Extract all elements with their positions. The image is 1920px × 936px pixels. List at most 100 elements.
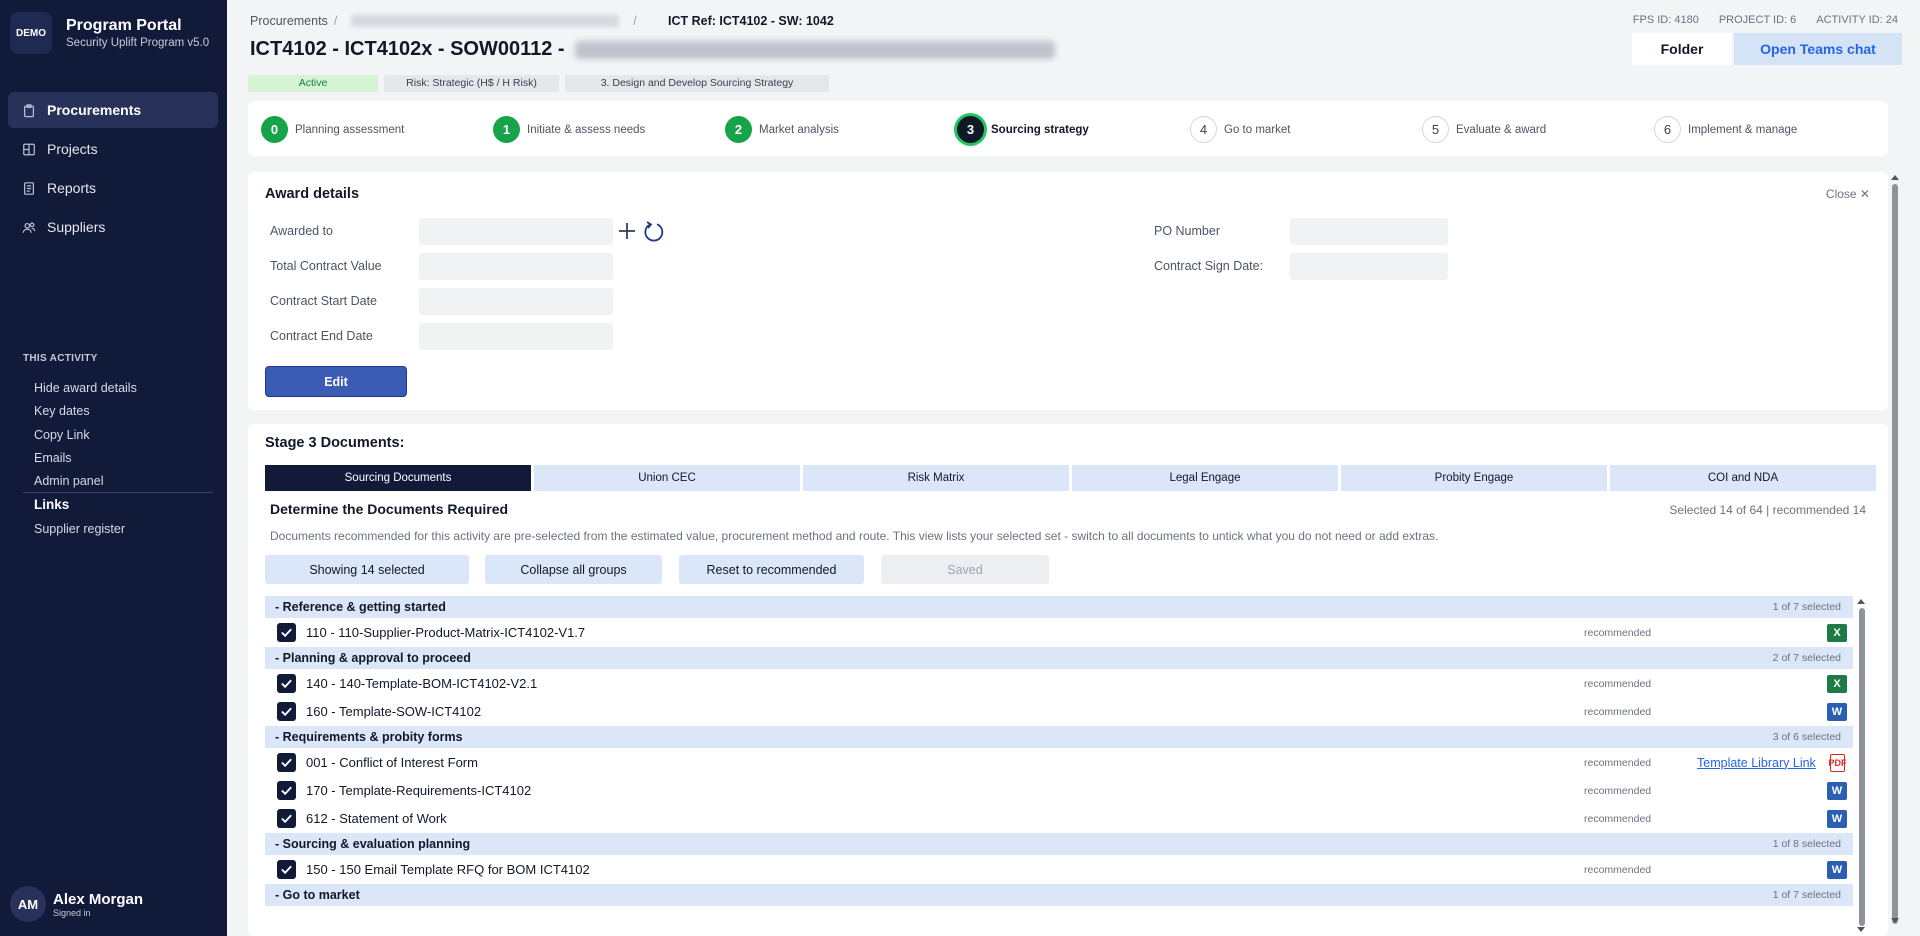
step-initiate-assess-needs[interactable]: 1 Initiate & assess needs [493, 116, 645, 143]
document-name: 160 - Template-SOW-ICT4102 [306, 704, 482, 719]
group-label: - Requirements & probity forms [275, 730, 463, 744]
document-row: 110 - 110-Supplier-Product-Matrix-ICT410… [265, 619, 1853, 646]
document-checkbox[interactable] [277, 753, 296, 772]
award-details-panel: Award details Close ✕ Awarded to Total C… [248, 172, 1888, 410]
word-icon[interactable]: W [1827, 702, 1847, 721]
refresh-icon[interactable] [642, 220, 666, 244]
tab-union-cec[interactable]: Union CEC [534, 465, 800, 491]
step-sourcing-strategy[interactable]: 3 Sourcing strategy [957, 116, 1089, 143]
hide-award-details-link[interactable]: Hide award details [34, 377, 137, 400]
group-header[interactable]: - Reference & getting started 1 of 7 sel… [265, 596, 1853, 618]
document-checkbox[interactable] [277, 674, 296, 693]
risk-badge: Risk: Strategic (H$ / H Risk) [384, 75, 559, 92]
documents-description: Documents recommended for this activity … [270, 529, 1439, 543]
showing-selected-button[interactable]: Showing 14 selected [265, 555, 469, 584]
document-row: 170 - Template-Requirements-ICT4102 reco… [265, 777, 1853, 804]
breadcrumb: Procurements / / [250, 14, 643, 28]
total-contract-value-field[interactable] [419, 253, 613, 280]
step-go-to-market[interactable]: 4 Go to market [1190, 116, 1290, 143]
list-scroll-down-icon[interactable] [1857, 927, 1865, 932]
nav-item-label: Reports [47, 180, 97, 196]
document-checkbox[interactable] [277, 623, 296, 642]
activity-links: Hide award details Key dates Copy Link E… [34, 377, 137, 493]
group-label: - Reference & getting started [275, 600, 446, 614]
po-number-field[interactable] [1290, 218, 1448, 245]
nav-item-suppliers[interactable]: Suppliers [8, 209, 218, 245]
copy-link-link[interactable]: Copy Link [34, 424, 137, 447]
recommended-label: recommended [1584, 812, 1652, 825]
tab-sourcing-documents[interactable]: Sourcing Documents [265, 465, 531, 491]
saved-button[interactable]: Saved [881, 555, 1049, 584]
group-header[interactable]: - Requirements & probity forms 3 of 6 se… [265, 726, 1853, 748]
tab-legal-engage[interactable]: Legal Engage [1072, 465, 1338, 491]
brand-title: Program Portal [66, 17, 182, 34]
nav-item-projects[interactable]: Projects [8, 131, 218, 167]
template-library-link[interactable]: Template Library Link [1697, 756, 1816, 770]
group-header[interactable]: - Sourcing & evaluation planning 1 of 8 … [265, 833, 1853, 855]
recommended-label: recommended [1584, 863, 1652, 876]
step-planning-assessment[interactable]: 0 Planning assessment [261, 116, 404, 143]
step-market-analysis[interactable]: 2 Market analysis [725, 116, 839, 143]
contract-end-date-field[interactable] [419, 323, 613, 350]
user-profile[interactable]: AM Alex Morgan Signed in [10, 886, 143, 922]
open-teams-chat-button[interactable]: Open Teams chat [1734, 33, 1902, 65]
contract-start-date-field[interactable] [419, 288, 613, 315]
list-scrollbar[interactable] [1859, 608, 1865, 926]
user-name: Alex Morgan [53, 890, 144, 908]
recommended-label: recommended [1584, 626, 1652, 639]
word-icon[interactable]: W [1827, 781, 1847, 800]
word-icon[interactable]: W [1827, 860, 1847, 879]
key-dates-link[interactable]: Key dates [34, 400, 137, 423]
grid-icon [22, 142, 36, 156]
folder-button[interactable]: Folder [1632, 33, 1732, 65]
ict-reference: ICT Ref: ICT4102 - SW: 1042 [668, 14, 834, 28]
awarded-to-field[interactable] [419, 218, 613, 245]
group-header[interactable]: - Go to market 1 of 7 selected [265, 884, 1853, 906]
activity-section-title: THIS ACTIVITY [23, 353, 98, 364]
document-checkbox[interactable] [277, 702, 296, 721]
nav-item-procurements[interactable]: Procurements [8, 92, 218, 128]
breadcrumb-procurements[interactable]: Procurements [250, 14, 328, 28]
step-evaluate-award[interactable]: 5 Evaluate & award [1422, 116, 1546, 143]
award-details-title: Award details [265, 186, 360, 202]
collapse-all-groups-button[interactable]: Collapse all groups [485, 555, 662, 584]
plus-icon[interactable] [616, 220, 638, 242]
avatar: AM [10, 886, 46, 922]
excel-icon[interactable]: X [1827, 623, 1847, 642]
emails-link[interactable]: Emails [34, 447, 137, 470]
document-name: 110 - 110-Supplier-Product-Matrix-ICT410… [306, 625, 586, 640]
brand[interactable]: DEMO Program Portal Security Uplift Prog… [10, 12, 209, 54]
step-implement-manage[interactable]: 6 Implement & manage [1654, 116, 1797, 143]
group-count: 2 of 7 selected [1772, 652, 1841, 664]
page-scroll-up-icon[interactable] [1891, 175, 1899, 180]
page-title: ICT4102 - ICT4102x - SOW00112 - [250, 38, 1055, 61]
pdf-icon[interactable]: PDF [1829, 753, 1847, 772]
document-name: 170 - Template-Requirements-ICT4102 [306, 783, 532, 798]
tab-risk-matrix[interactable]: Risk Matrix [803, 465, 1069, 491]
supplier-register-link[interactable]: Supplier register [34, 522, 125, 536]
breadcrumb-separator: / [633, 14, 637, 28]
document-checkbox[interactable] [277, 860, 296, 879]
tab-probity-engage[interactable]: Probity Engage [1341, 465, 1607, 491]
step-label: Go to market [1224, 123, 1291, 136]
nav-item-label: Suppliers [47, 219, 106, 235]
step-number: 1 [493, 116, 520, 143]
edit-button[interactable]: Edit [265, 366, 407, 397]
list-scroll-up-icon[interactable] [1857, 599, 1865, 604]
documents-subtitle: Determine the Documents Required [270, 501, 509, 517]
tab-coi-and-nda[interactable]: COI and NDA [1610, 465, 1876, 491]
status-badge: Active [248, 75, 378, 92]
page-scrollbar[interactable] [1892, 184, 1898, 924]
group-header[interactable]: - Planning & approval to proceed 2 of 7 … [265, 647, 1853, 669]
close-award-details[interactable]: Close ✕ [1826, 187, 1870, 201]
reset-to-recommended-button[interactable]: Reset to recommended [679, 555, 864, 584]
word-icon[interactable]: W [1827, 809, 1847, 828]
document-checkbox[interactable] [277, 809, 296, 828]
document-row: 160 - Template-SOW-ICT4102 recommended W [265, 698, 1853, 725]
nav-item-reports[interactable]: Reports [8, 170, 218, 206]
document-checkbox[interactable] [277, 781, 296, 800]
excel-icon[interactable]: X [1827, 674, 1847, 693]
admin-panel-link[interactable]: Admin panel [34, 470, 137, 493]
page-scroll-down-icon[interactable] [1891, 918, 1899, 923]
contract-sign-date-field[interactable] [1290, 253, 1448, 280]
